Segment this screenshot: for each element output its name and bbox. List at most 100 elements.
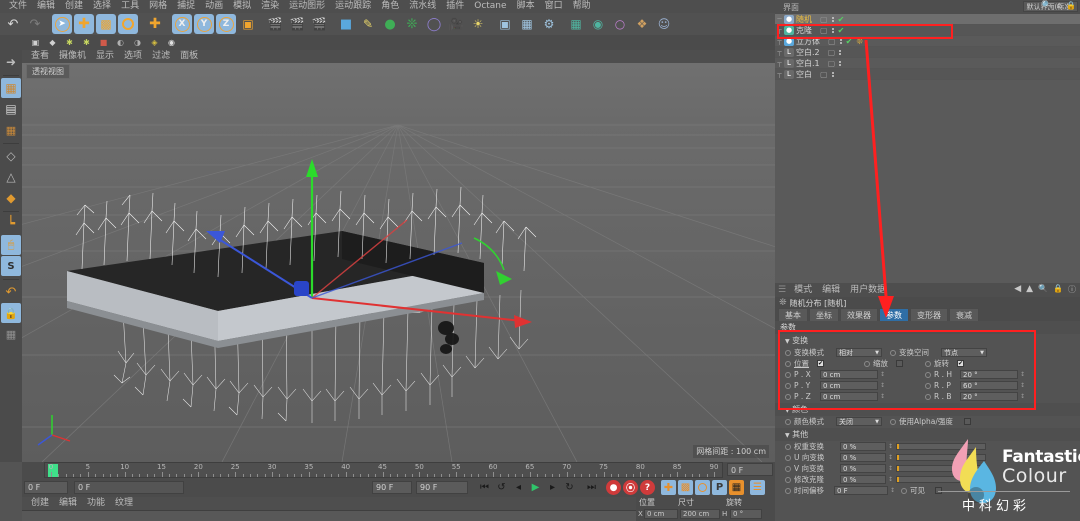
timeline-end-field[interactable]: 0 F (727, 463, 773, 476)
y-axis-lock[interactable]: Y (194, 14, 214, 34)
viewport-menu-item-4[interactable]: 过滤 (147, 50, 175, 63)
x-axis-lock[interactable]: X (172, 14, 192, 34)
model-mode-icon[interactable]: ▦ (1, 78, 21, 98)
character-button[interactable]: ☺ (654, 14, 674, 34)
texture-mode-icon[interactable]: ▤ (1, 99, 21, 119)
object-toggle-icon[interactable]: ▢ (828, 59, 836, 68)
key-position-button[interactable]: ✚ (661, 480, 676, 495)
visibility-dots[interactable] (839, 60, 842, 66)
viewport-solo-icon[interactable]: S (1, 256, 21, 276)
radio-position-1[interactable] (785, 382, 791, 389)
field-position-1[interactable]: 0 cm (820, 381, 878, 390)
spinner-position-0[interactable]: ↕ (880, 371, 885, 378)
main-menu-item-10[interactable]: 运动图形 (284, 0, 330, 13)
dropdown-transform-space[interactable]: 节点 ▼ (941, 348, 987, 357)
expand-toggle-icon[interactable]: ┬ (775, 59, 784, 67)
spinner-other-1[interactable]: ↕ (888, 454, 893, 461)
viewport-menu-item-0[interactable]: 查看 (26, 50, 54, 63)
viewport-menu-item-1[interactable]: 摄像机 (54, 50, 91, 63)
main-menu-item-15[interactable]: Octane (469, 0, 511, 13)
points-mode-icon[interactable]: ◇ (1, 146, 21, 166)
main-menu-item-8[interactable]: 模拟 (228, 0, 256, 13)
field-rotation-0[interactable]: 20 ° (960, 370, 1019, 379)
attribute-menu-item-1[interactable]: 编辑 (817, 284, 845, 297)
checkbox-use-alpha[interactable]: ✔ (964, 418, 971, 425)
radio-other-0[interactable] (785, 443, 791, 450)
spinner-rotation-0[interactable]: ↕ (1020, 371, 1025, 378)
timeline-options-button[interactable]: ☰ (750, 480, 765, 495)
attribute-menu-item-2[interactable]: 用户数据 (845, 284, 891, 297)
z-axis-lock[interactable]: Z (216, 14, 236, 34)
search-icon[interactable]: 🔍 (1041, 1, 1052, 11)
field-time-offset[interactable]: 0 F (834, 486, 888, 495)
expand-toggle-icon[interactable]: ┬ (775, 70, 784, 78)
mograph-cloner-button[interactable]: ▦ (566, 14, 586, 34)
spinner-position-2[interactable]: ↕ (880, 393, 885, 400)
main-menu-item-11[interactable]: 运动跟踪 (330, 0, 376, 13)
bend-deformer-button[interactable]: ◯ (424, 14, 444, 34)
record-keyframe-button[interactable]: 🎬 (265, 14, 285, 34)
radio-rotation-toggle[interactable] (925, 360, 931, 367)
object-toggle-icon[interactable]: ▢ (828, 37, 836, 46)
cube-primitive-button[interactable]: ■ (336, 14, 356, 34)
radio-rotation-0[interactable] (925, 371, 932, 378)
key-rotation-button[interactable] (695, 480, 710, 495)
workplane-icon[interactable]: ▦ (1, 324, 21, 344)
up-arrow-icon[interactable]: ▲ (1026, 284, 1033, 295)
field-position-0[interactable]: 0 cm (820, 370, 878, 379)
mode-toggle-9[interactable]: ◉ (165, 36, 178, 49)
key-parameter-button[interactable]: P (712, 480, 727, 495)
radio-other-2[interactable] (785, 465, 791, 472)
radio-position-0[interactable] (785, 371, 791, 378)
viewport-menu-item-3[interactable]: 选项 (119, 50, 147, 63)
key-scale-button[interactable]: ▩ (678, 480, 693, 495)
dropdown-color-mode[interactable]: 关闭 ▼ (836, 417, 882, 426)
checkbox-rotation[interactable]: ✔ (957, 360, 964, 367)
info-icon[interactable]: ⓘ (1068, 284, 1076, 295)
main-menu-item-5[interactable]: 网格 (144, 0, 172, 13)
radio-use-alpha[interactable] (890, 418, 896, 425)
viewport-3d[interactable]: 网格间距 : 100 cm (22, 63, 775, 462)
enable-axis-icon[interactable]: 🖱 (1, 235, 21, 255)
redo-button[interactable]: ↷ (25, 14, 45, 34)
mode-toggle-6[interactable]: ◐ (114, 36, 127, 49)
object-toggle-icon[interactable]: ▢ (820, 15, 828, 24)
live-selection-tool-icon[interactable]: ➜ (1, 52, 21, 72)
timeline-ruler[interactable]: 0 5 10 15 20 25 30 35 40 45 50 55 60 65 70 75 80 85 90 (44, 462, 723, 478)
object-toggle-icon[interactable]: ▢ (820, 70, 828, 79)
object-row[interactable]: ┬ L 空白.2 ▢ (775, 47, 1080, 58)
lock-icon[interactable]: 🔒 (1066, 1, 1076, 11)
frame-scrub-field[interactable]: 0 F (74, 481, 184, 494)
auto-keyframe-button[interactable]: 🎬 (287, 14, 307, 34)
next-frame-button[interactable]: ▸ (544, 480, 561, 495)
main-menu-bar[interactable]: 文件 编辑 创建 选择 工具 网格 捕捉 动画 模拟 渲染 运动图形 运动跟踪 角色 流水线 插件 Octan… (0, 0, 775, 13)
material-menu-item-3[interactable]: 纹理 (110, 497, 138, 510)
coord-position-0[interactable]: 0 cm (644, 509, 678, 519)
main-menu-item-17[interactable]: 窗口 (540, 0, 568, 13)
nurbs-button[interactable]: ● (380, 14, 400, 34)
field-other-1[interactable]: 0 % (840, 453, 886, 462)
world-coordinate-icon[interactable]: ↶ (1, 282, 21, 302)
field-rotation-2[interactable]: 20 ° (960, 392, 1019, 401)
rotate-tool-button[interactable] (118, 14, 138, 34)
mode-toggle-3[interactable]: ✱ (63, 36, 76, 49)
object-toggle-icon[interactable]: ▢ (820, 26, 828, 35)
viewport-menu-item-5[interactable]: 面板 (175, 50, 203, 63)
field-other-0[interactable]: 0 % (840, 442, 886, 451)
autokeying-button[interactable]: ⦿ (623, 480, 638, 495)
mode-toggle-4[interactable]: ✱ (80, 36, 93, 49)
spinner-other-2[interactable]: ↕ (888, 465, 893, 472)
render-settings-button[interactable]: ⚙ (539, 14, 559, 34)
spline-pen-button[interactable]: ✎ (358, 14, 378, 34)
checkbox-position[interactable]: ✔ (817, 360, 824, 367)
keyframe-selection-button[interactable]: 🎬 (309, 14, 329, 34)
radio-color-mode[interactable] (785, 418, 791, 425)
mode-toggle-5[interactable]: ■ (97, 36, 110, 49)
goto-end-button[interactable]: ⏭ (583, 480, 600, 495)
mode-toggle-8[interactable]: ◈ (148, 36, 161, 49)
spinner-position-1[interactable]: ↕ (880, 382, 885, 389)
array-button[interactable]: ❊ (402, 14, 422, 34)
texture-axis-mode-icon[interactable]: ▦ (1, 120, 21, 140)
object-row[interactable]: ┬ ● 立方体 ▢ ✔ ❊ (775, 36, 1080, 47)
key-pla-button[interactable]: ▦ (729, 480, 744, 495)
